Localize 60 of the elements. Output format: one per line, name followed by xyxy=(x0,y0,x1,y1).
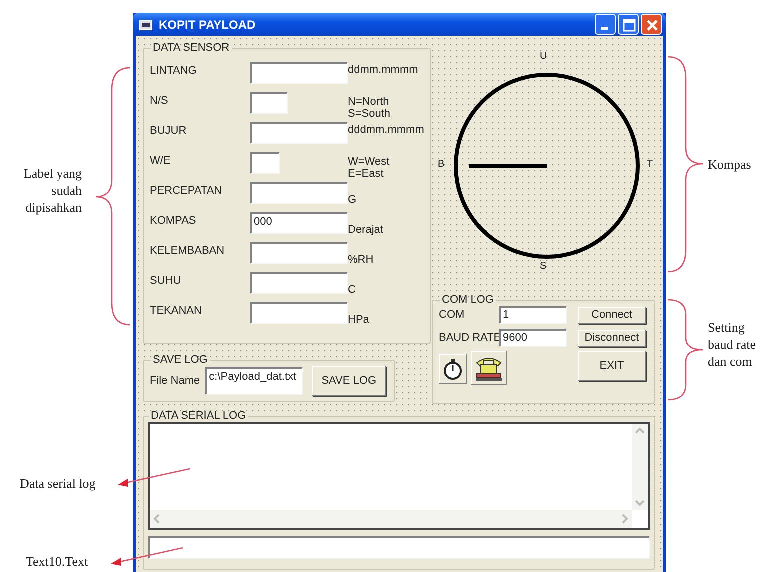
close-button[interactable] xyxy=(641,14,662,35)
text-field[interactable] xyxy=(250,152,280,174)
compass-label: U xyxy=(540,51,548,62)
save-log-button[interactable]: SAVE LOG xyxy=(312,366,386,396)
group-title: DATA SERIAL LOG xyxy=(150,410,248,422)
unit-label: C xyxy=(348,283,357,298)
text-field[interactable] xyxy=(250,182,348,204)
text-field[interactable] xyxy=(148,536,650,559)
group-title: DATA SENSOR xyxy=(152,42,231,54)
unit-label: G xyxy=(348,193,358,208)
stopwatch-icon[interactable] xyxy=(439,354,467,384)
text-field[interactable] xyxy=(250,242,348,264)
field-label: File Name xyxy=(150,375,200,387)
text-field[interactable] xyxy=(250,122,348,144)
field-label: BAUD RATE xyxy=(439,332,499,344)
field-label: PERCEPATAN xyxy=(150,184,224,199)
field-label: KOMPAS xyxy=(150,214,198,229)
connect-button[interactable]: Connect xyxy=(578,306,646,324)
log-text-area[interactable] xyxy=(148,422,650,530)
group-title: COM LOG xyxy=(441,294,495,306)
field-label: W/E xyxy=(150,154,172,169)
field-label: N/S xyxy=(150,94,170,109)
field-label: LINTANG xyxy=(150,64,198,79)
annotation-text: Data serial log xyxy=(20,475,96,492)
text-field[interactable] xyxy=(250,272,348,294)
compass-label: S xyxy=(540,261,547,272)
annotation-text: Setting baud rate dan com xyxy=(708,319,758,370)
unit-label: Derajat xyxy=(348,223,384,238)
compass-label: T xyxy=(647,159,654,170)
unit-label: HPa xyxy=(348,313,370,328)
baud-rate-field[interactable]: 9600 xyxy=(499,329,567,347)
window-title: KOPIT PAYLOAD xyxy=(159,18,257,32)
telephone-icon[interactable] xyxy=(471,351,507,385)
minimize-button[interactable] xyxy=(595,14,616,35)
text-field[interactable]: 000 xyxy=(250,212,348,234)
app-icon xyxy=(139,18,153,30)
group-title: SAVE LOG xyxy=(152,354,209,366)
disconnect-button[interactable]: Disconnect xyxy=(578,330,646,346)
annotation-text: Kompas xyxy=(708,156,752,173)
text-field[interactable] xyxy=(250,92,288,114)
minimize-icon xyxy=(601,27,608,30)
text-field[interactable] xyxy=(250,302,348,324)
unit-label: W=West E=East xyxy=(348,155,391,182)
com-field[interactable]: 1 xyxy=(499,306,567,324)
unit-label: %RH xyxy=(348,253,375,268)
compass-label: B xyxy=(438,159,445,170)
field-label: SUHU xyxy=(150,274,182,289)
unit-label: N=North S=South xyxy=(348,95,392,122)
text-field[interactable] xyxy=(250,62,348,84)
maximize-button[interactable] xyxy=(618,14,639,35)
field-label: KELEMBABAN xyxy=(150,244,226,259)
file-name-field[interactable]: c:\Payload_dat.txt xyxy=(205,367,304,395)
unit-label: dddmm.mmmm xyxy=(348,123,424,138)
field-label: COM xyxy=(439,309,466,321)
unit-label: ddmm.mmmm xyxy=(348,63,420,78)
annotation-text: Text10.Text xyxy=(26,553,88,570)
field-label: TEKANAN xyxy=(150,304,203,319)
field-label: BUJUR xyxy=(150,124,188,139)
annotation-text: Label yang sudah dipisahkan xyxy=(22,165,82,216)
exit-button[interactable]: EXIT xyxy=(578,351,646,381)
